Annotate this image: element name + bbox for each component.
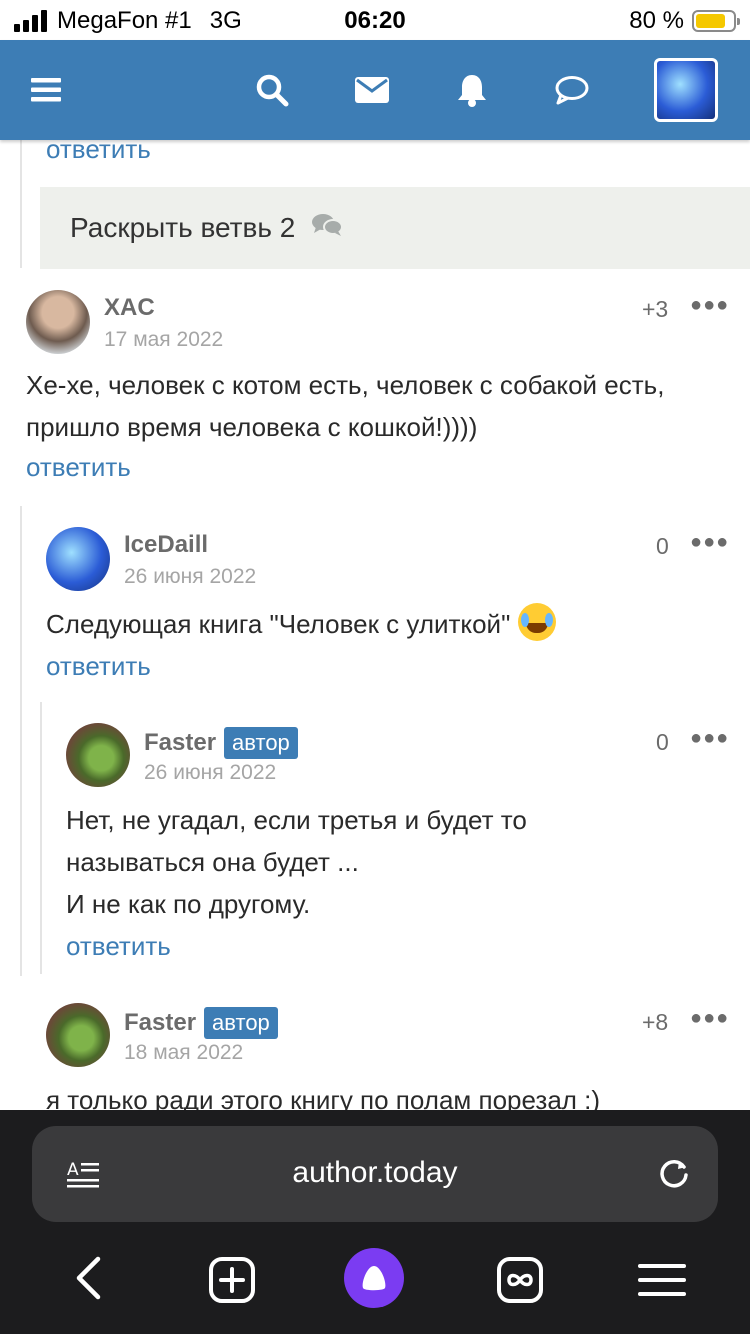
thread-line: [40, 702, 42, 974]
mail-icon[interactable]: [352, 70, 392, 110]
author-badge: автор: [224, 727, 298, 759]
status-bar: MegaFon #1 3G 06:20 80 %: [0, 0, 750, 40]
reply-link[interactable]: ответить: [26, 452, 131, 483]
author-badge: автор: [204, 1007, 278, 1039]
commenter-avatar[interactable]: [66, 723, 130, 787]
comment-text: Хе-хе, человек с котом есть, человек с с…: [26, 370, 665, 442]
comment: IceDaill 26 июня 2022 0 ●●● Следующая кн…: [46, 527, 728, 687]
comment-line: Нет, не угадал, если третья и будет то: [66, 805, 527, 835]
commenter-avatar[interactable]: [46, 1003, 110, 1067]
author-name: XAC: [104, 294, 155, 321]
reply-link[interactable]: ответить: [46, 140, 151, 165]
comment-score: 0: [656, 533, 669, 559]
thread-line: [20, 140, 22, 268]
search-icon[interactable]: [252, 70, 292, 110]
comment-author[interactable]: XAC: [104, 294, 155, 322]
battery-fill: [696, 14, 725, 28]
comment-text: я только ради этого книгу по полам порез…: [46, 1085, 601, 1110]
expand-label: Раскрыть ветвь 2: [70, 212, 296, 243]
more-icon[interactable]: ●●●: [690, 531, 729, 554]
thread-line: [20, 506, 22, 976]
battery-icon: [692, 10, 740, 32]
comment-line: называться она будет ...: [66, 847, 359, 877]
comment-date: 18 мая 2022: [124, 1041, 244, 1064]
author-name: Faster: [124, 1009, 197, 1036]
comment-date: 26 июня 2022: [144, 761, 277, 784]
more-icon[interactable]: ●●●: [690, 727, 729, 750]
comment-author[interactable]: Faster автор: [124, 1007, 278, 1039]
more-icon[interactable]: ●●●: [690, 294, 729, 317]
reload-icon[interactable]: [654, 1154, 694, 1194]
battery-percent: 80 %: [629, 7, 684, 34]
screen: MegaFon #1 3G 06:20 80 % ответить Раскры…: [0, 0, 750, 1334]
comment-score: +3: [642, 296, 669, 322]
menu-icon[interactable]: [636, 1258, 688, 1302]
url-text: author.today: [292, 1156, 458, 1189]
menu-icon[interactable]: [26, 70, 66, 110]
comment-author[interactable]: Faster автор: [144, 727, 298, 759]
comment-text: Нет, не угадал, если третья и будет то н…: [66, 799, 716, 925]
back-icon[interactable]: [64, 1254, 112, 1302]
top-nav: [0, 40, 750, 140]
comment-date: 26 июня 2022: [124, 565, 257, 588]
comment-line: И не как по другому.: [66, 889, 311, 919]
tabs-icon[interactable]: [494, 1254, 546, 1306]
comment-date: 17 мая 2022: [104, 328, 224, 351]
comment-score: +8: [642, 1009, 669, 1035]
author-name: Faster: [144, 729, 217, 756]
chat-icon[interactable]: [552, 70, 592, 110]
alice-assistant-button[interactable]: [344, 1248, 404, 1308]
comment: Faster автор 18 мая 2022 +8 ●●● я только…: [46, 1003, 729, 1110]
address-bar[interactable]: A author.today: [32, 1126, 718, 1222]
user-avatar[interactable]: [654, 58, 718, 122]
reply-link[interactable]: ответить: [66, 931, 171, 962]
status-right: 80 %: [629, 7, 740, 35]
comment-author[interactable]: IceDaill: [124, 531, 208, 559]
browser-toolbar: A author.today: [0, 1110, 750, 1334]
author-name: IceDaill: [124, 531, 209, 558]
comment-score: 0: [656, 729, 669, 755]
commenter-avatar[interactable]: [46, 527, 110, 591]
new-tab-icon[interactable]: [206, 1254, 258, 1306]
commenter-avatar[interactable]: [26, 290, 90, 354]
comments-feed: ответить Раскрыть ветвь 2 XAC 17 мая 202…: [0, 140, 750, 1110]
comment: Faster автор 26 июня 2022 0 ●●● Нет, не …: [66, 723, 728, 963]
laughing-emoji-icon: [518, 603, 557, 641]
bell-icon[interactable]: [452, 70, 492, 110]
more-icon[interactable]: ●●●: [690, 1007, 729, 1030]
comment-text-content: Следующая книга "Человек с улиткой": [46, 609, 511, 639]
reply-link[interactable]: ответить: [46, 651, 151, 682]
expand-thread-button[interactable]: Раскрыть ветвь 2: [40, 187, 750, 269]
comment-text: Следующая книга "Человек с улиткой": [46, 603, 716, 645]
comments-icon: [311, 212, 344, 244]
comment: XAC 17 мая 2022 +3 ●●● Хе-хе, человек с …: [26, 290, 729, 490]
